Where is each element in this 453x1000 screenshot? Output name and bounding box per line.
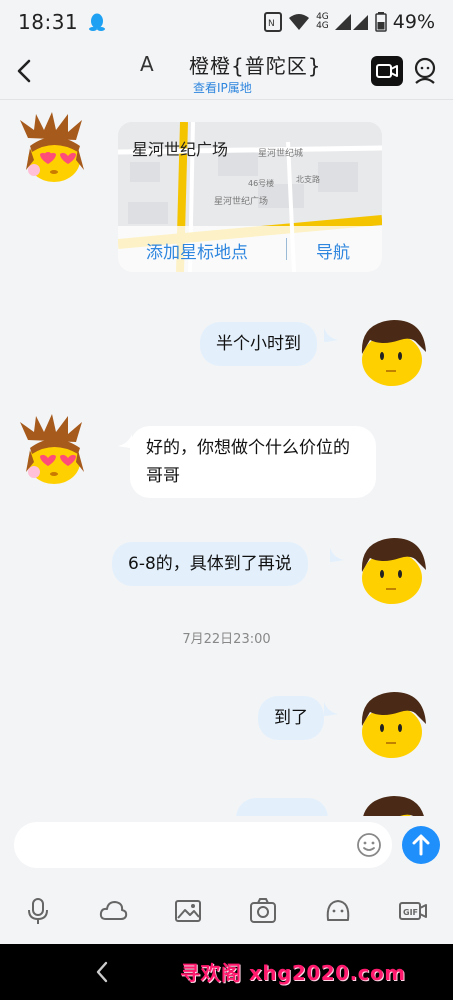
message-input[interactable]: [14, 822, 392, 868]
bubble-tail: [324, 328, 338, 342]
contact-avatar[interactable]: [10, 410, 90, 490]
composer: [0, 816, 453, 874]
location-actions: 添加星标地点 导航: [118, 226, 382, 272]
location-name: 星河世纪广场: [132, 140, 229, 159]
qq-icon: [89, 13, 106, 31]
map-label-plaza: 星河世纪广场: [214, 195, 268, 207]
map-label-building: 46号楼: [248, 178, 274, 188]
map-label-road: 北支路: [296, 174, 320, 184]
ip-location-link[interactable]: 查看IP属地: [193, 79, 252, 96]
message-list[interactable]: 星河世纪城 星河世纪广场 46号楼 北支路 星河世纪广场 添加星标地点 导航 半…: [0, 100, 453, 816]
navigate-button[interactable]: 导航: [316, 238, 350, 263]
message-bubble-outgoing[interactable]: 半个小时到: [200, 322, 317, 366]
message-text: 好的，你想做个什么价位的哥哥: [146, 438, 350, 486]
message-bubble-outgoing[interactable]: 到了: [258, 696, 324, 740]
watermark-text: 寻欢阁 xhg2020.com: [180, 961, 406, 985]
status-icons: N 4G 4G 49%: [264, 11, 435, 33]
bubble-tail: [330, 548, 344, 562]
my-avatar[interactable]: [352, 786, 432, 816]
message-text: 半个小时到: [216, 334, 301, 354]
message-bubble-outgoing[interactable]: [236, 798, 328, 816]
contact-name[interactable]: 橙橙{普陀区}: [189, 50, 321, 79]
signal-icon: [334, 14, 368, 30]
message-bubble-outgoing[interactable]: 6-8的，具体到了再说: [112, 542, 308, 586]
contact-avatar[interactable]: [10, 108, 90, 188]
camera-icon[interactable]: [248, 896, 278, 926]
video-call-button[interactable]: [371, 56, 403, 86]
image-icon[interactable]: [173, 896, 203, 926]
cloud-icon[interactable]: [98, 896, 128, 926]
my-avatar[interactable]: [352, 528, 432, 608]
video-call-icon: [376, 64, 398, 78]
my-avatar[interactable]: [352, 310, 432, 390]
header-letter: A: [140, 52, 154, 76]
send-button[interactable]: [402, 826, 440, 864]
chat-header: A 橙橙{普陀区} 查看IP属地: [0, 44, 453, 100]
profile-icon[interactable]: [411, 56, 439, 86]
location-card[interactable]: 星河世纪城 星河世纪广场 46号楼 北支路 星河世纪广场 添加星标地点 导航: [118, 122, 382, 272]
battery-icon: [375, 12, 387, 32]
svg-text:N: N: [268, 19, 275, 29]
sticker-icon[interactable]: [323, 896, 353, 926]
message-text: 6-8的，具体到了再说: [128, 554, 292, 574]
bubble-tail: [324, 702, 338, 716]
status-bar: 18:31 N 4G 4G 49%: [0, 0, 453, 44]
gif-icon[interactable]: GIF: [398, 896, 428, 926]
message-timestamp: 7月22日23:00: [182, 632, 271, 647]
signal-group: 4G 4G: [316, 13, 329, 31]
arrow-up-icon: [412, 834, 430, 856]
back-icon[interactable]: [14, 58, 34, 84]
network-label-2: 4G: [316, 21, 329, 31]
message-bubble-incoming[interactable]: 好的，你想做个什么价位的哥哥: [130, 426, 376, 498]
status-time: 18:31: [18, 10, 79, 34]
message-text: 到了: [274, 708, 308, 728]
battery-percent: 49%: [392, 11, 435, 33]
svg-text:GIF: GIF: [403, 908, 418, 917]
composer-toolbar: GIF: [0, 874, 453, 944]
action-divider: [286, 238, 287, 260]
system-nav-bar: 寻欢阁 xhg2020.com: [0, 944, 453, 1000]
nav-back-icon[interactable]: [94, 960, 110, 984]
my-avatar[interactable]: [352, 682, 432, 762]
nfc-icon: N: [264, 12, 283, 32]
map-label-city: 星河世纪城: [258, 147, 303, 159]
wifi-icon: [289, 14, 310, 30]
add-star-location-button[interactable]: 添加星标地点: [146, 238, 248, 263]
emoji-icon[interactable]: [356, 832, 382, 858]
mic-icon[interactable]: [23, 896, 53, 926]
